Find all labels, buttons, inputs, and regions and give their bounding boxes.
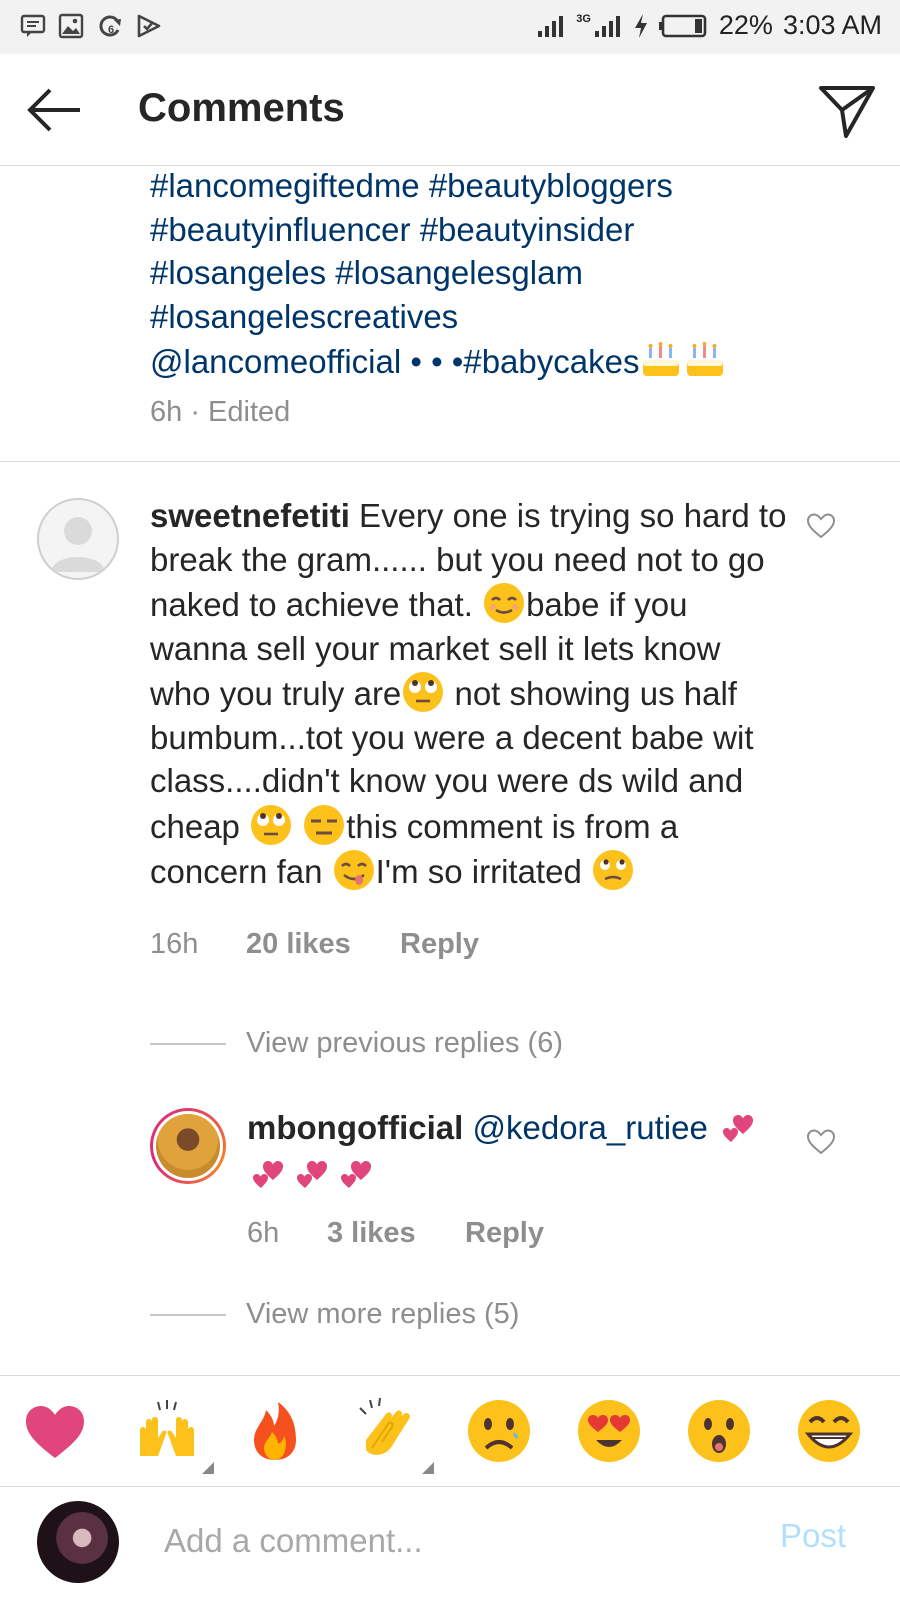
check-icon <box>137 14 161 38</box>
eye-roll-face-icon <box>251 804 292 845</box>
avatar[interactable] <box>37 498 119 580</box>
comment-username[interactable]: sweetnefetiti <box>150 497 350 534</box>
heart-icon <box>26 1406 84 1458</box>
comment-segment <box>293 808 302 845</box>
divider-line <box>150 1314 226 1316</box>
sync-icon: 6 <box>99 15 121 37</box>
two-hearts-icon <box>253 1160 283 1188</box>
reply-avatar[interactable] <box>150 1108 226 1184</box>
divider-line <box>150 1043 226 1045</box>
two-hearts-icon <box>722 1115 753 1142</box>
battery-level: 22% <box>718 10 773 40</box>
reply-actions: 6h 3 likes Reply <box>247 1217 544 1250</box>
grinning-face-icon <box>798 1400 860 1462</box>
post-button[interactable]: Post <box>780 1517 846 1555</box>
comment-text: sweetnefetiti Every one is trying so har… <box>150 494 790 894</box>
likes-count[interactable]: 20 likes <box>246 928 400 961</box>
fire-icon <box>254 1402 296 1460</box>
view-more-replies[interactable]: View more replies (5) <box>246 1298 519 1331</box>
signal-3g-icon <box>594 15 620 37</box>
emoji-quick-bar <box>0 1375 900 1487</box>
comment-input[interactable] <box>164 1513 724 1569</box>
two-hearts-icon <box>297 1160 327 1188</box>
caption-line-last: @lancomeofficial • • •#babycakes <box>150 338 850 384</box>
share-button[interactable] <box>816 80 878 140</box>
default-avatar-icon <box>51 517 105 572</box>
caption-mention-tag[interactable]: @lancomeofficial • • •#babycakes <box>150 343 639 380</box>
caption-meta: 6h · Edited <box>150 396 291 428</box>
gallery-icon <box>58 13 84 39</box>
comment-segment: I'm so irritated <box>375 853 591 890</box>
emoji-heart[interactable] <box>20 1396 90 1466</box>
emoji-fire[interactable] <box>240 1396 310 1466</box>
reply-text: mbongofficial @kedora_rutiee <box>247 1104 807 1195</box>
signal-icon <box>538 15 564 37</box>
emoji-heart-eyes[interactable] <box>574 1396 644 1466</box>
surprised-face-icon <box>688 1400 750 1462</box>
reply-button[interactable]: Reply <box>400 928 479 961</box>
reply-time: 6h <box>247 1217 280 1249</box>
battery-icon <box>658 14 707 37</box>
reply-like-button[interactable] <box>806 1128 836 1156</box>
heart-outline-icon <box>806 1129 836 1155</box>
page-title: Comments <box>138 86 345 130</box>
relieved-face-icon <box>484 583 525 623</box>
clapping-hands-icon <box>359 1397 410 1455</box>
network-type: 3G <box>576 12 591 25</box>
comment-like-button[interactable] <box>806 512 836 540</box>
comment-time: 16h <box>150 928 199 960</box>
back-arrow-icon <box>27 88 80 132</box>
reply-button[interactable]: Reply <box>465 1217 544 1250</box>
likes-count[interactable]: 3 likes <box>327 1217 465 1250</box>
heart-outline-icon <box>806 513 836 539</box>
caption-line[interactable]: #losangeles #losangelesglam <box>150 251 850 295</box>
raised-hands-icon <box>140 1400 194 1456</box>
notification-icons: 6 <box>20 13 162 39</box>
birthday-cake-icon <box>687 342 724 376</box>
emoji-surprised-face[interactable] <box>684 1396 754 1466</box>
two-hearts-icon <box>341 1160 371 1188</box>
woozy-face-icon <box>592 850 633 890</box>
svg-text:6: 6 <box>108 24 114 36</box>
comment-composer: Post <box>0 1487 900 1600</box>
sad-face-icon <box>468 1400 530 1462</box>
comment-actions: 16h 20 likes Reply <box>150 928 479 961</box>
emoji-clapping-hands[interactable] <box>352 1396 434 1474</box>
birthday-cake-icon <box>643 342 680 376</box>
post-caption: #lancomegiftedme #beautybloggers #beauty… <box>150 164 850 384</box>
send-icon <box>819 86 875 138</box>
clock: 3:03 AM <box>782 10 882 40</box>
divider <box>0 461 900 462</box>
yum-face-icon <box>333 850 374 890</box>
header: Comments <box>0 54 900 166</box>
caption-line[interactable]: #losangelescreatives <box>150 295 850 339</box>
heart-eyes-face-icon <box>578 1400 640 1462</box>
system-status: 3G 22% 3:03 AM <box>536 10 882 41</box>
reply-username[interactable]: mbongofficial <box>247 1109 463 1146</box>
view-previous-replies[interactable]: View previous replies (6) <box>246 1027 563 1060</box>
back-button[interactable] <box>24 82 84 138</box>
message-icon <box>20 14 46 37</box>
variant-indicator <box>422 1462 434 1474</box>
my-avatar[interactable] <box>37 1501 119 1583</box>
expressionless-face-icon <box>304 804 345 845</box>
charging-icon <box>634 13 647 38</box>
emoji-raised-hands[interactable] <box>132 1396 214 1474</box>
caption-line[interactable]: #beautyinfluencer #beautyinsider <box>150 208 850 252</box>
reply-mention[interactable]: @kedora_rutiee <box>473 1109 708 1146</box>
status-bar: 6 3G 22% 3:03 AM <box>0 0 900 54</box>
caption-line[interactable]: #lancomegiftedme #beautybloggers <box>150 164 850 208</box>
emoji-sad-face[interactable] <box>464 1396 534 1466</box>
variant-indicator <box>202 1462 214 1474</box>
emoji-grinning-face[interactable] <box>794 1396 864 1466</box>
eye-roll-face-icon <box>403 672 444 712</box>
